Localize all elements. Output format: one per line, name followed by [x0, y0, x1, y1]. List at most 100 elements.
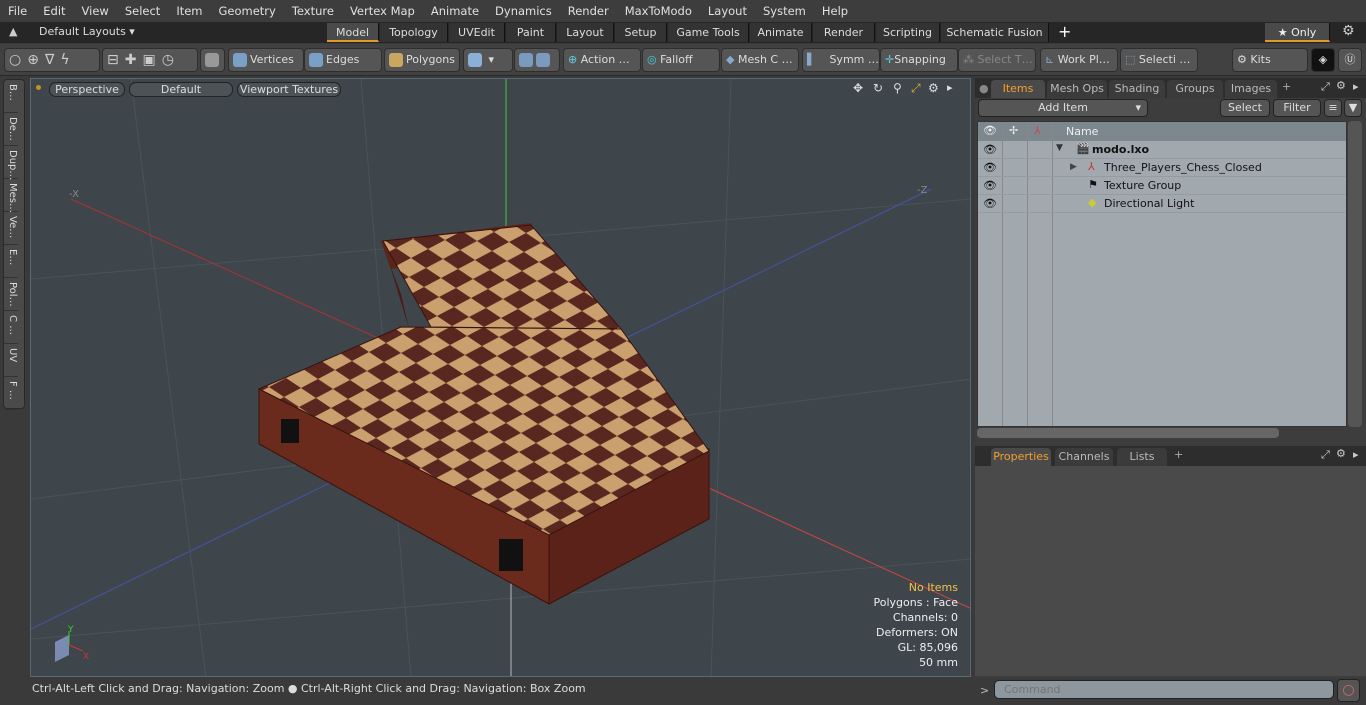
kits-button[interactable]: ⚙ Kits	[1232, 48, 1308, 72]
menu-help[interactable]: Help	[814, 4, 856, 18]
menu-animate[interactable]: Animate	[423, 4, 487, 18]
tab-lists[interactable]: Lists	[1117, 448, 1167, 466]
left-tab-fusion[interactable]: F …	[4, 377, 18, 410]
cross-icon[interactable]: ✚	[125, 52, 143, 68]
eye-icon[interactable]: 👁	[983, 197, 997, 210]
tab-layout[interactable]: Layout	[557, 23, 614, 42]
perspective-button[interactable]: Perspective	[49, 82, 125, 97]
eye-icon[interactable]: 👁	[983, 161, 997, 174]
action-center-button[interactable]: ⊕ Action …	[563, 48, 641, 72]
collapse-icon[interactable]: ▲	[9, 25, 17, 38]
menu-vertex-map[interactable]: Vertex Map	[342, 4, 423, 18]
left-tab-mesh-edit[interactable]: Mes…	[4, 179, 18, 213]
record-macro-button[interactable]: ○	[1337, 679, 1360, 702]
tab-items[interactable]: Items	[991, 80, 1045, 98]
left-tab-duplicate[interactable]: Dup…	[4, 146, 18, 180]
panel-gear-icon[interactable]: ⚙	[1336, 447, 1346, 460]
tab-shading[interactable]: Shading	[1109, 80, 1165, 98]
expand-arrow-icon[interactable]: ▶	[1070, 162, 1077, 172]
filter-funnel-icon[interactable]: ▼	[1344, 99, 1362, 117]
tab-schematic-fusion[interactable]: Schematic Fusion	[941, 23, 1049, 42]
polygons-button[interactable]: Polygons	[384, 48, 460, 72]
left-tab-basic[interactable]: B…	[4, 80, 18, 113]
command-input[interactable]	[994, 680, 1334, 699]
viewport-gear-icon[interactable]: ⚙	[928, 81, 939, 95]
panel-dot-icon[interactable]: ●	[979, 82, 989, 95]
lasso-icon[interactable]: ∇	[45, 52, 60, 68]
viewport-dot-icon[interactable]	[36, 85, 41, 90]
menu-system[interactable]: System	[755, 4, 814, 18]
edges-button[interactable]: Edges	[304, 48, 382, 72]
menu-file[interactable]: File	[0, 4, 35, 18]
material-mode-button[interactable]: ▾	[463, 48, 513, 72]
tab-paint[interactable]: Paint	[506, 23, 556, 42]
rotate-icon[interactable]: ◷	[162, 52, 180, 68]
pan-icon[interactable]: ✥	[853, 81, 863, 95]
gear-icon[interactable]: ⚙	[1342, 23, 1355, 39]
shading-default-button[interactable]: Default	[129, 82, 233, 97]
panel-arrow-icon[interactable]: ▸	[1353, 80, 1359, 93]
maximize-icon[interactable]: ⤢	[911, 81, 921, 96]
panel-arrow-icon[interactable]: ▸	[1353, 448, 1359, 461]
add-tab-button[interactable]: +	[1058, 22, 1071, 41]
selection-sets-button[interactable]: ⬚ Selecti …	[1120, 48, 1198, 72]
left-tab-polygon[interactable]: Pol…	[4, 278, 18, 311]
only-button[interactable]: ★ Only	[1265, 23, 1330, 42]
layout-selector[interactable]: Default Layouts ▾	[39, 25, 135, 38]
tree-row-mesh[interactable]: 👁 ▶ ⅄ Three_Players_Chess_Closed	[978, 159, 1346, 177]
left-tab-deform[interactable]: De…	[4, 113, 18, 146]
align-icon[interactable]: ⊟	[107, 52, 125, 68]
items-mode-button[interactable]	[200, 48, 225, 72]
tab-uvedit[interactable]: UVEdit	[449, 23, 505, 42]
select-mode-group[interactable]: ○⊕∇ϟ	[4, 48, 100, 72]
center-icon[interactable]	[519, 53, 533, 67]
zoom-icon[interactable]: ⚲	[893, 81, 902, 95]
tab-properties[interactable]: Properties	[991, 448, 1051, 466]
menu-select[interactable]: Select	[117, 4, 168, 18]
menu-render[interactable]: Render	[560, 4, 617, 18]
unreal-button[interactable]: Ⓤ	[1338, 48, 1362, 72]
menu-item[interactable]: Item	[168, 4, 210, 18]
vertices-button[interactable]: Vertices	[228, 48, 304, 72]
tab-game-tools[interactable]: Game Tools	[668, 23, 749, 42]
expand-arrow-icon[interactable]: ▼	[1056, 143, 1063, 153]
rotate-view-icon[interactable]: ↻	[873, 81, 883, 95]
symmetry-button[interactable]: ▌ Symm …	[802, 48, 880, 72]
add-item-button[interactable]: Add Item ▾	[978, 99, 1148, 117]
expand-icon[interactable]: ⤢	[1321, 448, 1330, 462]
left-tab-edge[interactable]: E…	[4, 245, 18, 278]
menu-maxtomodo[interactable]: MaxToModo	[617, 4, 700, 18]
menu-texture[interactable]: Texture	[284, 4, 342, 18]
tree-row-texture-group[interactable]: 👁 ⚑ Texture Group	[978, 177, 1346, 195]
tab-render[interactable]: Render	[813, 23, 875, 42]
globe-icon[interactable]: ⊕	[27, 52, 45, 68]
menu-view[interactable]: View	[74, 4, 117, 18]
snapping-button[interactable]: ✛Snapping	[880, 48, 958, 72]
menu-dynamics[interactable]: Dynamics	[487, 4, 560, 18]
visibility-header-icon[interactable]: 👁	[983, 124, 997, 137]
unity-button[interactable]: ◈	[1311, 48, 1335, 72]
pivot-icon[interactable]	[536, 53, 550, 67]
menu-layout[interactable]: Layout	[700, 4, 755, 18]
tab-channels[interactable]: Channels	[1055, 448, 1113, 466]
tab-scripting[interactable]: Scripting	[876, 23, 940, 42]
tab-setup[interactable]: Setup	[615, 23, 667, 42]
horizontal-scrollbar[interactable]	[977, 428, 1279, 438]
tab-mesh-ops[interactable]: Mesh Ops	[1047, 80, 1107, 98]
workplane-button[interactable]: ⊾ Work Pl…	[1040, 48, 1118, 72]
left-tab-uv[interactable]: UV	[4, 344, 18, 377]
3d-viewport[interactable]: -X -Z Y X Perspective Default Viewport T…	[30, 78, 971, 677]
transform-group[interactable]: ⊟✚▣◷	[102, 48, 198, 72]
filter-button[interactable]: Filter	[1273, 99, 1321, 117]
panel-gear-icon[interactable]: ⚙	[1336, 79, 1346, 92]
add-tab-icon[interactable]: +	[1282, 80, 1291, 93]
circle-select-icon[interactable]: ○	[9, 52, 27, 68]
expand-icon[interactable]: ⤢	[1321, 80, 1330, 94]
tab-animate[interactable]: Animate	[750, 23, 812, 42]
axis-header-icon[interactable]: ⅄	[1034, 124, 1041, 137]
tab-images[interactable]: Images	[1225, 80, 1277, 98]
select-through-button[interactable]: ⁂ Select T…	[958, 48, 1036, 72]
tab-model[interactable]: Model	[327, 23, 379, 42]
add-item-dropdown-icon[interactable]: ▾	[1135, 100, 1141, 116]
tab-topology[interactable]: Topology	[380, 23, 448, 42]
